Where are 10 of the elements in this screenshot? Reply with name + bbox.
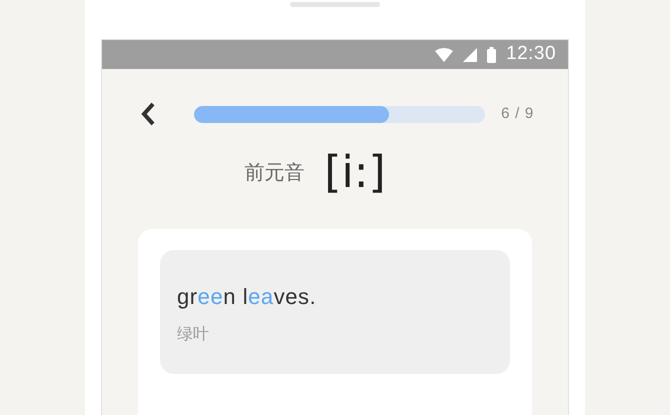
progress-count: 6 / 9 bbox=[501, 104, 534, 124]
battery-icon bbox=[487, 46, 496, 62]
phoneme-symbol: [i:] bbox=[324, 151, 386, 195]
phoneme-category: 前元音 bbox=[244, 161, 304, 186]
example-sentence: green leaves. bbox=[177, 283, 318, 311]
wifi-icon bbox=[435, 48, 454, 62]
chevron-left-icon bbox=[141, 102, 155, 126]
status-time: 12:30 bbox=[506, 42, 556, 66]
example-translation: 绿叶 bbox=[177, 324, 210, 345]
signal-icon bbox=[463, 48, 478, 62]
